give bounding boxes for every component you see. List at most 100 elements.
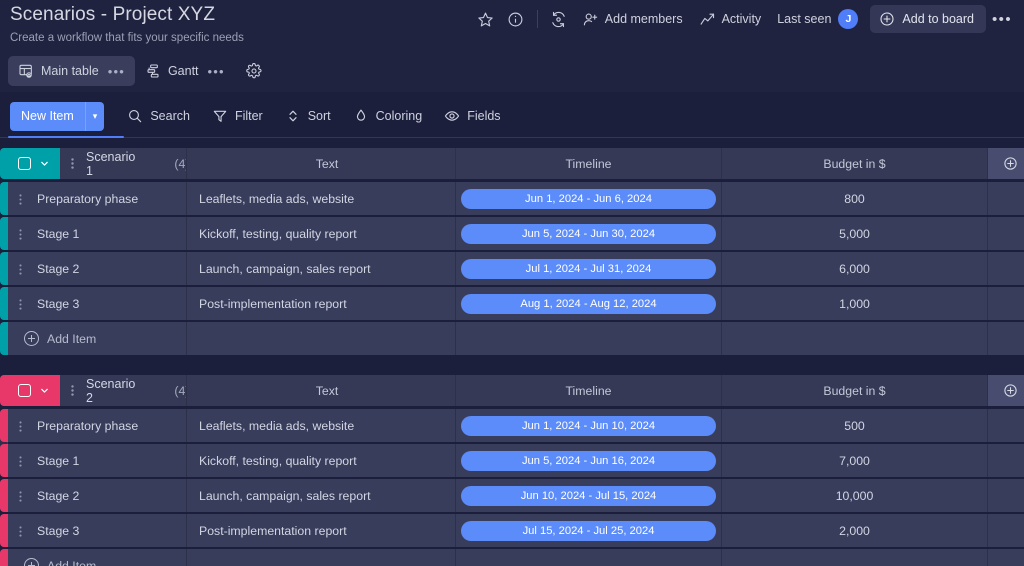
activity-button[interactable]: Activity bbox=[691, 4, 770, 34]
views-settings-button[interactable] bbox=[239, 56, 269, 86]
row-timeline-cell[interactable]: Jul 15, 2024 - Jul 25, 2024 bbox=[455, 514, 721, 547]
row-text-cell[interactable]: Leaflets, media ads, website bbox=[186, 182, 455, 215]
last-seen[interactable]: Last seen J bbox=[769, 4, 866, 34]
plus-circle-icon bbox=[879, 11, 895, 27]
drag-handle-icon[interactable] bbox=[68, 384, 77, 397]
more-options-button[interactable]: ••• bbox=[988, 4, 1016, 34]
drag-handle-icon[interactable] bbox=[68, 157, 77, 170]
column-header-budget[interactable]: Budget in $ bbox=[721, 375, 987, 406]
timeline-pill[interactable]: Jun 1, 2024 - Jun 6, 2024 bbox=[461, 188, 716, 209]
add-item-cell[interactable]: Add Item bbox=[8, 549, 186, 566]
search-button[interactable]: Search bbox=[118, 102, 199, 131]
row-budget-cell[interactable]: 7,000 bbox=[721, 444, 987, 477]
column-header-timeline[interactable]: Timeline bbox=[455, 148, 721, 179]
row-menu-icon[interactable] bbox=[16, 192, 28, 206]
row-timeline-cell[interactable]: Aug 1, 2024 - Aug 12, 2024 bbox=[455, 287, 721, 320]
row-name-cell[interactable]: Stage 3 bbox=[8, 287, 186, 320]
group-select-controls[interactable] bbox=[8, 148, 60, 179]
row-timeline-cell[interactable]: Jul 1, 2024 - Jul 31, 2024 bbox=[455, 252, 721, 285]
row-name-cell[interactable]: Preparatory phase bbox=[8, 409, 186, 442]
chevron-down-icon[interactable]: ▾ bbox=[86, 111, 105, 122]
row-budget-cell[interactable]: 1,000 bbox=[721, 287, 987, 320]
refresh-button[interactable] bbox=[544, 4, 574, 34]
row-trailing-cell bbox=[987, 409, 1024, 442]
add-item-content[interactable]: Add Item bbox=[16, 331, 96, 346]
row-timeline-cell[interactable]: Jun 1, 2024 - Jun 10, 2024 bbox=[455, 409, 721, 442]
sort-label: Sort bbox=[307, 109, 331, 123]
row-budget-cell[interactable]: 800 bbox=[721, 182, 987, 215]
add-item-cell[interactable]: Add Item bbox=[8, 322, 186, 355]
tab-main-table-menu-icon[interactable]: ••• bbox=[108, 64, 125, 79]
row-menu-icon[interactable] bbox=[16, 227, 28, 241]
group-collapse-chevron-icon[interactable] bbox=[39, 385, 50, 396]
group-checkbox[interactable] bbox=[18, 384, 31, 397]
timeline-pill[interactable]: Jun 10, 2024 - Jul 15, 2024 bbox=[461, 485, 716, 506]
timeline-pill[interactable]: Jul 15, 2024 - Jul 25, 2024 bbox=[461, 520, 716, 541]
row-text-cell[interactable]: Post-implementation report bbox=[186, 514, 455, 547]
column-header-text[interactable]: Text bbox=[186, 375, 455, 406]
row-color-stub bbox=[0, 182, 8, 215]
row-menu-icon[interactable] bbox=[16, 524, 28, 538]
tab-gantt[interactable]: Gantt ••• bbox=[135, 56, 235, 86]
timeline-pill[interactable]: Aug 1, 2024 - Aug 12, 2024 bbox=[461, 293, 716, 314]
group-title-cell[interactable]: Scenario 2 (4) bbox=[60, 375, 189, 406]
row-text-cell[interactable]: Launch, campaign, sales report bbox=[186, 479, 455, 512]
row-timeline-cell[interactable]: Jun 10, 2024 - Jul 15, 2024 bbox=[455, 479, 721, 512]
add-to-board-button[interactable]: Add to board bbox=[870, 5, 986, 33]
row-menu-icon[interactable] bbox=[16, 297, 28, 311]
sort-button[interactable]: Sort bbox=[276, 102, 340, 131]
row-text-cell[interactable]: Kickoff, testing, quality report bbox=[186, 444, 455, 477]
group-checkbox[interactable] bbox=[18, 157, 31, 170]
tab-gantt-menu-icon[interactable]: ••• bbox=[208, 64, 225, 79]
row-name-cell[interactable]: Stage 3 bbox=[8, 514, 186, 547]
new-item-button[interactable]: New Item ▾ bbox=[10, 101, 105, 131]
add-members-button[interactable]: Add members bbox=[574, 4, 691, 34]
group-select-controls[interactable] bbox=[8, 375, 60, 406]
row-text-cell[interactable]: Launch, campaign, sales report bbox=[186, 252, 455, 285]
row-timeline-cell[interactable]: Jun 5, 2024 - Jun 16, 2024 bbox=[455, 444, 721, 477]
row-trailing-cell bbox=[987, 444, 1024, 477]
add-item-row[interactable]: Add Item bbox=[0, 549, 1024, 566]
timeline-pill[interactable]: Jun 5, 2024 - Jun 30, 2024 bbox=[461, 223, 716, 244]
row-budget-cell[interactable]: 6,000 bbox=[721, 252, 987, 285]
add-item-trailing-cell bbox=[987, 322, 1024, 355]
info-button[interactable] bbox=[501, 4, 531, 34]
row-menu-icon[interactable] bbox=[16, 454, 28, 468]
add-column-button[interactable] bbox=[987, 148, 1024, 179]
column-header-text[interactable]: Text bbox=[186, 148, 455, 179]
row-budget-cell[interactable]: 2,000 bbox=[721, 514, 987, 547]
add-item-row[interactable]: Add Item bbox=[0, 322, 1024, 355]
column-header-timeline[interactable]: Timeline bbox=[455, 375, 721, 406]
add-column-button[interactable] bbox=[987, 375, 1024, 406]
row-budget-cell[interactable]: 5,000 bbox=[721, 217, 987, 250]
timeline-pill[interactable]: Jun 5, 2024 - Jun 16, 2024 bbox=[461, 450, 716, 471]
row-name-cell[interactable]: Stage 1 bbox=[8, 217, 186, 250]
row-budget-cell[interactable]: 500 bbox=[721, 409, 987, 442]
row-name-cell[interactable]: Stage 1 bbox=[8, 444, 186, 477]
group-collapse-chevron-icon[interactable] bbox=[39, 158, 50, 169]
row-menu-icon[interactable] bbox=[16, 262, 28, 276]
group-title-cell[interactable]: Scenario 1 (4) bbox=[60, 148, 189, 179]
row-name-cell[interactable]: Stage 2 bbox=[8, 479, 186, 512]
favorite-button[interactable] bbox=[471, 4, 501, 34]
timeline-pill[interactable]: Jun 1, 2024 - Jun 10, 2024 bbox=[461, 415, 716, 436]
row-menu-icon[interactable] bbox=[16, 419, 28, 433]
row-name-cell[interactable]: Stage 2 bbox=[8, 252, 186, 285]
row-text-cell[interactable]: Post-implementation report bbox=[186, 287, 455, 320]
row-timeline-cell[interactable]: Jun 5, 2024 - Jun 30, 2024 bbox=[455, 217, 721, 250]
row-text-cell[interactable]: Kickoff, testing, quality report bbox=[186, 217, 455, 250]
timeline-pill[interactable]: Jul 1, 2024 - Jul 31, 2024 bbox=[461, 258, 716, 279]
coloring-button[interactable]: Coloring bbox=[344, 102, 432, 131]
row-menu-icon[interactable] bbox=[16, 489, 28, 503]
add-item-content[interactable]: Add Item bbox=[16, 558, 96, 566]
fields-button[interactable]: Fields bbox=[435, 102, 509, 131]
tab-main-table[interactable]: Main table ••• bbox=[8, 56, 135, 86]
filter-button[interactable]: Filter bbox=[203, 102, 272, 131]
avatar[interactable]: J bbox=[838, 9, 859, 29]
row-name-cell[interactable]: Preparatory phase bbox=[8, 182, 186, 215]
column-header-budget[interactable]: Budget in $ bbox=[721, 148, 987, 179]
row-text-cell[interactable]: Leaflets, media ads, website bbox=[186, 409, 455, 442]
row-budget-cell[interactable]: 10,000 bbox=[721, 479, 987, 512]
row-timeline-cell[interactable]: Jun 1, 2024 - Jun 6, 2024 bbox=[455, 182, 721, 215]
row-color-stub bbox=[0, 287, 8, 320]
